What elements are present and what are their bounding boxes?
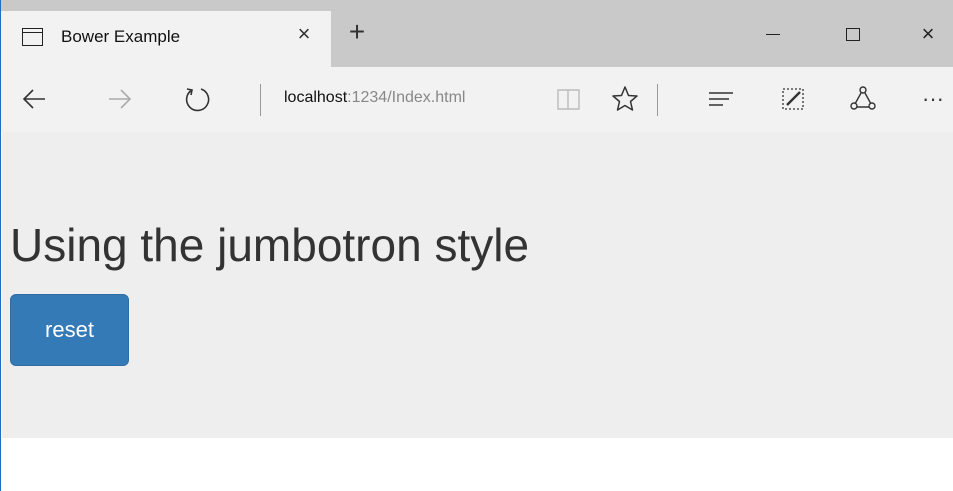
minimize-icon [766, 34, 780, 35]
share-button[interactable] [843, 79, 883, 119]
star-icon [612, 86, 638, 111]
separator [657, 84, 658, 116]
hub-icon [709, 92, 733, 106]
url-path: :1234/Index.html [347, 89, 466, 106]
reading-view-icon [557, 89, 580, 110]
address-bar[interactable]: localhost:1234/Index.html [284, 89, 465, 107]
browser-window: Bower Example × + × localhost:1234/Index… [0, 0, 953, 491]
refresh-icon [185, 88, 210, 112]
more-button[interactable]: ··· [913, 79, 953, 119]
back-arrow-icon [22, 89, 45, 109]
web-note-icon [782, 88, 804, 110]
maximize-button[interactable] [838, 19, 868, 49]
reset-button[interactable]: reset [10, 294, 129, 366]
back-button[interactable] [15, 79, 55, 119]
forward-arrow-icon [109, 89, 132, 109]
page-heading: Using the jumbotron style [10, 219, 530, 271]
jumbotron: Using the jumbotron style reset [2, 132, 953, 438]
close-window-button[interactable]: × [913, 19, 943, 49]
tab-strip: Bower Example × + × [1, 0, 953, 67]
forward-button[interactable] [99, 79, 139, 119]
page-icon [22, 28, 43, 46]
share-icon [850, 86, 876, 110]
reading-view-button[interactable] [549, 79, 589, 119]
hub-button[interactable] [701, 79, 741, 119]
maximize-icon [846, 28, 860, 41]
tab-close-icon[interactable]: × [293, 23, 315, 45]
tab-title: Bower Example [61, 27, 181, 46]
new-tab-button[interactable]: + [343, 18, 371, 47]
tab-bower-example[interactable]: Bower Example × [1, 11, 331, 67]
minimize-button[interactable] [758, 19, 788, 49]
favorite-button[interactable] [605, 79, 645, 119]
navigation-bar: localhost:1234/Index.html ··· [1, 67, 953, 132]
page-content: Using the jumbotron style reset [2, 132, 953, 491]
url-host: localhost [284, 89, 348, 106]
separator [260, 84, 261, 116]
refresh-button[interactable] [177, 79, 217, 119]
web-note-button[interactable] [773, 79, 813, 119]
